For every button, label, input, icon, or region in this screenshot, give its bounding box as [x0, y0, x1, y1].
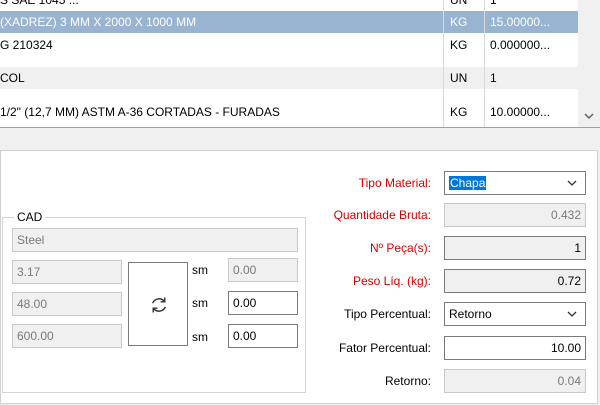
peso-liq-label: Peso Líq. (kg): — [352, 274, 431, 288]
cad-material-field: Steel — [12, 228, 298, 252]
tipo-percentual-select[interactable]: Retorno — [444, 302, 586, 326]
quantidade-bruta-label: Quantidade Bruta: — [333, 208, 431, 222]
cell-description: COL — [0, 71, 25, 85]
cad-dimension-2-field: 48.00 — [12, 292, 122, 316]
cell-description: (XADREZ) 3 MM X 2000 X 1000 MM — [0, 15, 197, 29]
cad-group-title: CAD — [14, 210, 46, 224]
cad-dimension-3-field: 600.00 — [12, 324, 122, 348]
fator-percentual-input[interactable]: 10.00 — [444, 336, 586, 360]
chevron-down-icon — [567, 311, 577, 317]
column-divider — [443, 0, 444, 127]
cell-quantity: 15.00000... — [490, 15, 551, 29]
tipo-material-select[interactable]: Chapa — [444, 171, 586, 195]
retorno-label: Retorno: — [384, 374, 431, 388]
cell-description: S SAE 1045 ... — [0, 0, 79, 7]
cad-input-1: 0.00 — [228, 258, 298, 282]
cell-description: G 210324 — [0, 38, 53, 52]
column-divider — [484, 0, 485, 127]
tipo-percentual-label: Tipo Percentual: — [344, 307, 431, 321]
table-row[interactable]: 1/2" (12,7 MM) ASTM A-36 CORTADAS - FURA… — [0, 101, 578, 123]
cell-description: 1/2" (12,7 MM) ASTM A-36 CORTADAS - FURA… — [0, 105, 280, 119]
unit-label: sm — [192, 296, 208, 310]
quantidade-bruta-field: 0.432 — [444, 203, 586, 227]
cell-unit: KG — [450, 15, 468, 29]
fator-percentual-label: Fator Percentual: — [338, 341, 431, 355]
table-row[interactable]: G 210324 KG 0.000000... — [0, 34, 578, 56]
unit-label: sm — [192, 330, 208, 344]
refresh-icon — [151, 297, 167, 313]
chevron-down-icon[interactable] — [582, 109, 596, 123]
retorno-field: 0.04 — [444, 369, 586, 393]
cell-unit: UN — [450, 0, 468, 7]
cad-input-3[interactable]: 0.00 — [228, 324, 298, 348]
tipo-material-label: Tipo Material: — [358, 176, 431, 190]
num-peca-field: 1 — [444, 236, 586, 260]
cad-input-2[interactable]: 0.00 — [228, 291, 298, 315]
peso-liq-field: 0.72 — [444, 269, 586, 293]
tipo-percentual-value: Retorno — [449, 307, 492, 321]
cell-quantity: 1 — [490, 0, 497, 7]
tipo-material-value: Chapa — [449, 176, 487, 190]
cell-quantity: 1 — [490, 71, 497, 85]
cell-unit: UN — [450, 71, 468, 85]
cell-unit: KG — [450, 38, 468, 52]
cell-unit: KG — [450, 105, 468, 119]
items-grid[interactable]: S SAE 1045 ... UN 1 (XADREZ) 3 MM X 2000… — [0, 0, 578, 127]
cad-dimension-1-field: 3.17 — [12, 260, 122, 284]
chevron-down-icon — [567, 180, 577, 186]
num-peca-label: Nº Peça(s): — [369, 241, 431, 255]
table-row[interactable]: COL UN 1 — [0, 67, 578, 89]
unit-label: sm — [192, 263, 208, 277]
refresh-button[interactable] — [128, 262, 188, 346]
vertical-scrollbar[interactable] — [578, 0, 600, 127]
table-row-selected[interactable]: (XADREZ) 3 MM X 2000 X 1000 MM KG 15.000… — [0, 11, 578, 33]
table-row[interactable]: S SAE 1045 ... UN 1 — [0, 0, 578, 11]
cell-quantity: 10.00000... — [490, 105, 551, 119]
divider — [0, 127, 600, 128]
cell-quantity: 0.000000... — [490, 38, 551, 52]
